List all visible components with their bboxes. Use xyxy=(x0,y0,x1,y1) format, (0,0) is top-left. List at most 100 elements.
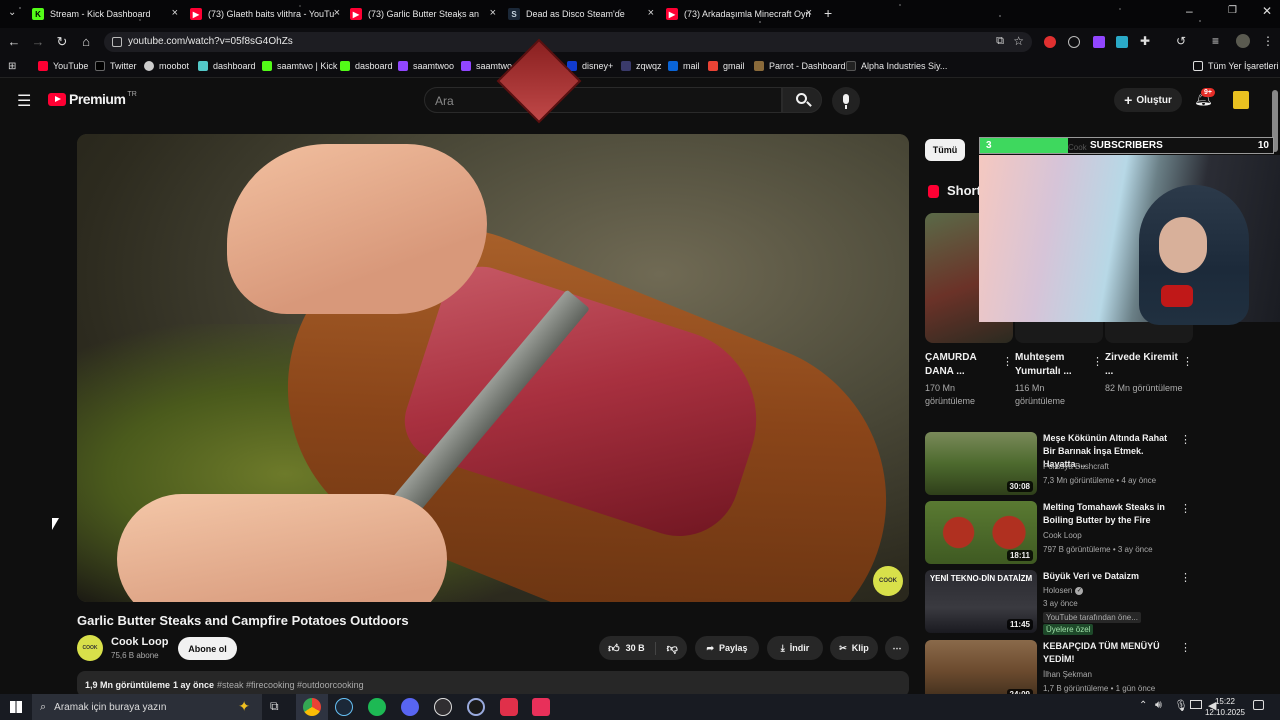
voice-search-button[interactable] xyxy=(832,87,860,115)
tab-kick-dashboard[interactable]: K Stream - Kick Dashboard × xyxy=(32,4,178,24)
recommendation-channel[interactable]: Cook Loop xyxy=(1043,531,1082,540)
tab-youtube-active[interactable]: ▶ (73) Garlic Butter Steaks an × xyxy=(350,4,496,24)
more-dots-icon[interactable]: ⋮ xyxy=(1180,571,1191,584)
recommendation-title[interactable]: Büyük Veri ve Dataizm xyxy=(1043,570,1178,583)
recommendation-item[interactable]: 30:08 Meşe Kökünün Altında Rahat Bir Bar… xyxy=(925,432,1195,496)
bookmark-moobot[interactable]: moobot xyxy=(144,61,189,71)
search-box[interactable] xyxy=(424,87,782,113)
more-dots-icon[interactable]: ⋮ xyxy=(1180,433,1191,446)
channel-watermark-logo[interactable]: COOK xyxy=(873,566,903,596)
bookmark-twitter[interactable]: Twitter xyxy=(95,61,137,71)
taskbar-search-box[interactable]: ⌕ Aramak için buraya yazın ✦ xyxy=(32,694,262,720)
hashtags[interactable]: #steak #firecooking #outdoorcooking xyxy=(217,680,364,690)
bookmark-zqwqz[interactable]: zqwqz xyxy=(621,61,662,71)
more-dots-icon[interactable]: ⋮ xyxy=(1180,502,1191,515)
hamburger-menu-icon[interactable]: ☰ xyxy=(17,91,31,111)
discord-icon[interactable] xyxy=(401,698,419,716)
recommendation-title[interactable]: Melting Tomahawk Steaks in Boiling Butte… xyxy=(1043,501,1178,527)
extension-grey-icon[interactable] xyxy=(1068,36,1080,48)
menu-dots-icon[interactable]: ⋮ xyxy=(1262,34,1274,48)
short-title[interactable]: Zirvede Kiremit ... xyxy=(1105,351,1181,379)
back-arrow-icon[interactable]: ← xyxy=(6,34,22,50)
more-dots-icon[interactable]: ⋮ xyxy=(1002,355,1013,368)
create-button[interactable]: + Oluştur xyxy=(1114,88,1182,112)
recommendation-item[interactable]: YENİ TEKNO-DİN DATAİZM 11:45 Büyük Veri … xyxy=(925,570,1195,635)
forward-arrow-icon[interactable]: → xyxy=(30,34,46,50)
recommendation-item[interactable]: 18:11 Melting Tomahawk Steaks in Boiling… xyxy=(925,501,1195,565)
obs-icon[interactable] xyxy=(434,698,452,716)
search-input[interactable] xyxy=(435,94,765,108)
video-thumbnail[interactable]: 18:11 xyxy=(925,501,1037,564)
bookmark-dasboard[interactable]: dasboard xyxy=(340,61,393,71)
more-dots-icon[interactable]: ⋮ xyxy=(1182,355,1193,368)
bookmark-gmail[interactable]: gmail xyxy=(708,61,745,71)
tab-search-list-icon[interactable]: ≡ xyxy=(1212,34,1219,48)
close-icon[interactable]: × xyxy=(172,7,178,19)
bookmark-disney[interactable]: disney+ xyxy=(567,61,613,71)
app-red-icon[interactable] xyxy=(500,698,518,716)
windows-start-icon[interactable] xyxy=(10,701,22,713)
account-avatar[interactable] xyxy=(1233,91,1249,109)
bookmark-mail[interactable]: mail xyxy=(668,61,700,71)
subscribe-button[interactable]: Abone ol xyxy=(178,637,237,660)
bookmark-saamtwo[interactable]: saamtwo xyxy=(461,61,512,71)
filter-chip-all[interactable]: Tümü xyxy=(925,139,965,161)
video-thumbnail[interactable]: 30:08 xyxy=(925,432,1037,495)
app-pink-icon[interactable] xyxy=(532,698,550,716)
clip-button[interactable]: ✂ Klip xyxy=(830,636,878,660)
bookmark-alpha[interactable]: Alpha Industries Siy... xyxy=(846,61,947,71)
more-dots-icon[interactable]: ⋮ xyxy=(1092,355,1103,368)
recommendation-channel[interactable]: Holosen ✓ xyxy=(1043,586,1084,595)
video-player[interactable]: COOK xyxy=(77,134,909,602)
close-icon[interactable]: × xyxy=(334,7,340,19)
recommendation-channel[interactable]: İlhan Şekman xyxy=(1043,670,1092,679)
chrome-icon[interactable] xyxy=(303,698,321,716)
close-window-button[interactable]: ✕ xyxy=(1262,4,1272,18)
tab-youtube-1[interactable]: ▶ (73) Glaeth baits vlithra - YouTu × xyxy=(190,4,340,24)
like-button[interactable]: 👍︎ 30 B xyxy=(608,641,656,655)
extension-teal-icon[interactable] xyxy=(1116,36,1128,48)
tab-youtube-3[interactable]: ▶ (73) Arkadaşımla Minecraft Oyn × xyxy=(666,4,812,24)
recommendation-channel[interactable]: Polissya Bushcraft xyxy=(1043,462,1109,471)
thumbs-down-icon[interactable]: 👎︎ xyxy=(661,642,678,655)
more-actions-button[interactable]: ⋯ xyxy=(885,636,909,660)
install-icon[interactable]: ⧉ xyxy=(996,35,1004,48)
channel-avatar[interactable]: COOK xyxy=(77,635,103,661)
close-icon[interactable]: × xyxy=(490,7,496,19)
task-view-icon[interactable]: ⧉ xyxy=(270,699,279,714)
search-button[interactable] xyxy=(782,87,822,113)
extensions-puzzle-icon[interactable]: ✚ xyxy=(1140,34,1150,48)
more-dots-icon[interactable]: ⋮ xyxy=(1180,641,1191,654)
bookmark-kick[interactable]: saamtwo | Kick xyxy=(262,61,337,71)
download-button[interactable]: ⤓ İndir xyxy=(767,636,823,660)
all-bookmarks-folder[interactable]: Tüm Yer İşaretleri xyxy=(1193,61,1279,71)
bookmark-youtube[interactable]: YouTube xyxy=(38,61,88,71)
url-field[interactable]: youtube.com/watch?v=05f8sG4OhZs ⧉ ☆ xyxy=(104,32,1032,52)
short-title[interactable]: Muhteşem Yumurtalı ... xyxy=(1015,351,1091,379)
speaker-icon[interactable]: 🔊︎ xyxy=(1155,699,1162,712)
clock[interactable]: 15:22 12.10.2025 xyxy=(1200,696,1250,718)
close-icon[interactable]: × xyxy=(806,7,812,19)
new-tab-button[interactable]: + xyxy=(824,5,832,21)
home-icon[interactable]: ⌂ xyxy=(78,34,94,50)
bookmark-saamtwoo[interactable]: saamtwoo xyxy=(398,61,454,71)
steam-icon[interactable] xyxy=(335,698,353,716)
tab-steam[interactable]: S Dead as Disco Steam'de × xyxy=(508,4,654,24)
recommendation-title[interactable]: KEBAPÇIDA TÜM MENÜYÜ YEDİM! xyxy=(1043,640,1178,666)
youtube-logo[interactable]: Premium TR xyxy=(48,91,137,107)
minimize-button[interactable]: – xyxy=(1186,4,1193,18)
reload-icon[interactable]: ↻ xyxy=(54,34,70,50)
microphone-icon[interactable]: 🎙︎ xyxy=(1174,699,1188,712)
share-button[interactable]: ➦ Paylaş xyxy=(695,636,759,660)
bookmark-dashboard[interactable]: dashboard xyxy=(198,61,256,71)
tab-search-icon[interactable]: ⌄ xyxy=(8,7,16,18)
notification-center-icon[interactable] xyxy=(1253,700,1264,710)
restore-button[interactable]: ❐ xyxy=(1228,5,1237,16)
video-thumbnail[interactable]: YENİ TEKNO-DİN DATAİZM 11:45 xyxy=(925,570,1037,633)
site-info-icon[interactable] xyxy=(112,37,122,47)
channel-name[interactable]: Cook Loop xyxy=(111,636,168,648)
profile-avatar[interactable] xyxy=(1236,34,1250,48)
twitch-extension-icon[interactable] xyxy=(1093,36,1105,48)
extension-red-icon[interactable] xyxy=(1044,36,1056,48)
app-c-icon[interactable] xyxy=(467,698,485,716)
